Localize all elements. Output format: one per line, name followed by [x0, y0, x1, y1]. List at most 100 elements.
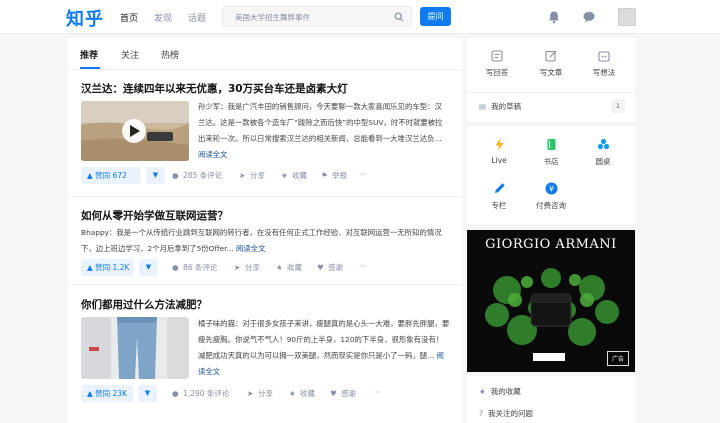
share-button[interactable]: ➤ 分享	[234, 262, 260, 273]
my-favorites-link[interactable]: ★ 我的收藏	[479, 386, 521, 397]
thanks-label: 感谢	[341, 389, 356, 398]
ask-button[interactable]: 提问	[420, 7, 451, 26]
followed-questions-link[interactable]: ? 我关注的问题	[479, 408, 533, 419]
drafts-label: 我的草稿	[491, 102, 522, 111]
card-title[interactable]: 如何从零开始学做互联网运营？	[81, 208, 228, 223]
pen-icon	[494, 183, 505, 193]
divider	[68, 196, 462, 197]
video-thumbnail[interactable]	[81, 101, 189, 161]
share-button[interactable]: ➤ 分享	[239, 170, 265, 181]
article-thumbnail[interactable]	[81, 317, 189, 379]
roundtable-icon	[597, 138, 609, 150]
comment-icon: ●	[172, 389, 179, 398]
favorite-button[interactable]: ★ 收藏	[276, 262, 302, 273]
downvote-button[interactable]: ▼	[138, 385, 157, 402]
divider	[68, 284, 462, 285]
more-button[interactable]: ···	[359, 170, 366, 179]
column-link[interactable]: 专栏	[477, 182, 521, 211]
nav-explore[interactable]: 发现	[154, 11, 172, 24]
card-actions: ▲ 赞同 23K ▼ ● 1,290 条评论 ➤ 分享 ★ 收藏 ♥ 感谢 ···	[81, 385, 461, 405]
star-icon: ★	[281, 171, 288, 180]
upvote-button[interactable]: ▲ 赞同 23K	[81, 385, 133, 402]
card-title[interactable]: 你们都用过什么方法减肥？	[81, 297, 207, 312]
upvote-button[interactable]: ▲ 赞同 672	[81, 167, 141, 184]
message-icon[interactable]	[582, 10, 596, 24]
card-excerpt[interactable]: Bhappy：我是一个从传统行业跳到互联网的转行者，在没有任何正式工作经验、对互…	[81, 225, 449, 257]
card-title[interactable]: 汉兰达：连续四年以来无优惠，30万买台车还是卤素大灯	[81, 81, 348, 96]
top-bar: 知乎 首页 发现 话题 美国大学招生舞弊事件 提问	[0, 0, 720, 34]
comment-label: 86 条评论	[183, 263, 218, 272]
card-excerpt[interactable]: 橘子味的猫：对于很多女孩子来讲，瘦腿真的是心头一大难，要胖先胖腿，要瘦先瘦胸。你…	[198, 316, 450, 380]
write-idea-button[interactable]: 写想法	[584, 50, 624, 78]
roundtable-label: 圆桌	[595, 157, 611, 166]
tab-recommend[interactable]: 推荐	[80, 48, 98, 61]
consult-label: 付费咨询	[536, 201, 566, 210]
desert-car-image	[81, 101, 189, 161]
feed: 推荐 关注 热榜 汉兰达：连续四年以来无优惠，30万买台车还是卤素大灯 孙少军：…	[68, 38, 462, 423]
nav-home[interactable]: 首页	[120, 11, 138, 24]
thanks-button[interactable]: ♥ 感谢	[330, 388, 356, 399]
card-actions: ▲ 赞同 1.2K ▼ ● 86 条评论 ➤ 分享 ★ 收藏 ♥ 感谢 ···	[81, 259, 461, 279]
ad-badge: 广告	[606, 351, 629, 366]
share-label: 分享	[250, 171, 265, 180]
thanks-button[interactable]: ♥ 感谢	[317, 262, 343, 273]
star-icon: ★	[479, 387, 486, 396]
write-answer-button[interactable]: 写回答	[477, 50, 517, 78]
consult-link[interactable]: ¥ 付费咨询	[529, 182, 573, 211]
search-icon[interactable]	[394, 12, 404, 22]
share-label: 分享	[245, 263, 260, 272]
share-icon: ➤	[247, 389, 254, 398]
more-button[interactable]: ···	[373, 388, 380, 397]
comment-label: 285 条评论	[183, 171, 223, 180]
card-excerpt[interactable]: 孙少军：我是广汽丰田的销售顾问，今天要聊一款大家喜闻乐见的车型：汉兰达。这是一款…	[198, 99, 448, 163]
followed-questions-label: 我关注的问题	[487, 409, 533, 418]
upvote-label: 赞同 1.2K	[95, 263, 130, 272]
book-icon	[547, 139, 555, 150]
favorite-button[interactable]: ★ 收藏	[289, 388, 315, 399]
report-button[interactable]: ⚑ 举报	[321, 170, 347, 181]
roundtable-link[interactable]: 圆桌	[581, 138, 625, 167]
drafts-count-badge: 1	[611, 99, 625, 113]
search-input[interactable]: 美国大学招生舞弊事件	[222, 6, 412, 27]
favorite-button[interactable]: ★ 收藏	[281, 170, 307, 181]
comment-button[interactable]: ● 285 条评论	[172, 170, 222, 181]
avatar[interactable]	[618, 8, 636, 26]
downvote-button[interactable]: ▼	[139, 259, 158, 276]
drafts-link[interactable]: ▤ 我的草稿	[479, 101, 521, 112]
upvote-label: 赞同 23K	[95, 389, 128, 398]
yuan-icon: ¥	[545, 182, 557, 195]
zhihu-logo[interactable]: 知乎	[66, 5, 104, 31]
live-link[interactable]: Live	[477, 138, 521, 165]
feed-card: 如何从零开始学做互联网运营？ Bhappy：我是一个从传统行业跳到互联网的转行者…	[68, 204, 462, 276]
share-button[interactable]: ➤ 分享	[247, 388, 273, 399]
comment-button[interactable]: ● 1,290 条评论	[172, 388, 229, 399]
tab-hot[interactable]: 热榜	[161, 48, 179, 61]
comment-button[interactable]: ● 86 条评论	[172, 262, 217, 273]
bookstore-label: 书店	[543, 157, 559, 166]
features-panel: Live 书店 圆桌 专栏 ¥ 付费咨询	[467, 126, 635, 224]
star-icon: ★	[276, 263, 283, 272]
column-label: 专栏	[491, 201, 507, 210]
comment-label: 1,290 条评论	[183, 389, 230, 398]
write-article-button[interactable]: 写文章	[531, 50, 571, 78]
nav-topics[interactable]: 话题	[188, 11, 206, 24]
ad-brand: GIORGIO ARMANI	[485, 237, 617, 252]
downvote-button[interactable]: ▼	[146, 167, 165, 184]
feed-card: 汉兰达：连续四年以来无优惠，30万买台车还是卤素大灯 孙少军：我是广汽丰田的销售…	[68, 76, 462, 186]
share-label: 分享	[258, 389, 273, 398]
armani-ad[interactable]: GIORGIO ARMANI 广告	[467, 230, 635, 372]
more-button[interactable]: ···	[359, 262, 366, 271]
report-label: 举报	[332, 171, 347, 180]
read-more-link[interactable]: 阅读全文	[198, 150, 228, 159]
read-more-link[interactable]: 阅读全文	[236, 244, 266, 253]
tab-following[interactable]: 关注	[121, 48, 139, 61]
share-icon: ➤	[239, 171, 246, 180]
upvote-label: 赞同 672	[95, 171, 127, 180]
upvote-button[interactable]: ▲ 赞同 1.2K	[81, 259, 134, 276]
answer-icon	[491, 50, 503, 62]
write-idea-label: 写想法	[592, 68, 616, 77]
bell-icon[interactable]	[547, 10, 561, 24]
svg-text:¥: ¥	[548, 184, 553, 193]
bookstore-link[interactable]: 书店	[529, 138, 573, 167]
heart-icon: ♥	[317, 263, 324, 272]
